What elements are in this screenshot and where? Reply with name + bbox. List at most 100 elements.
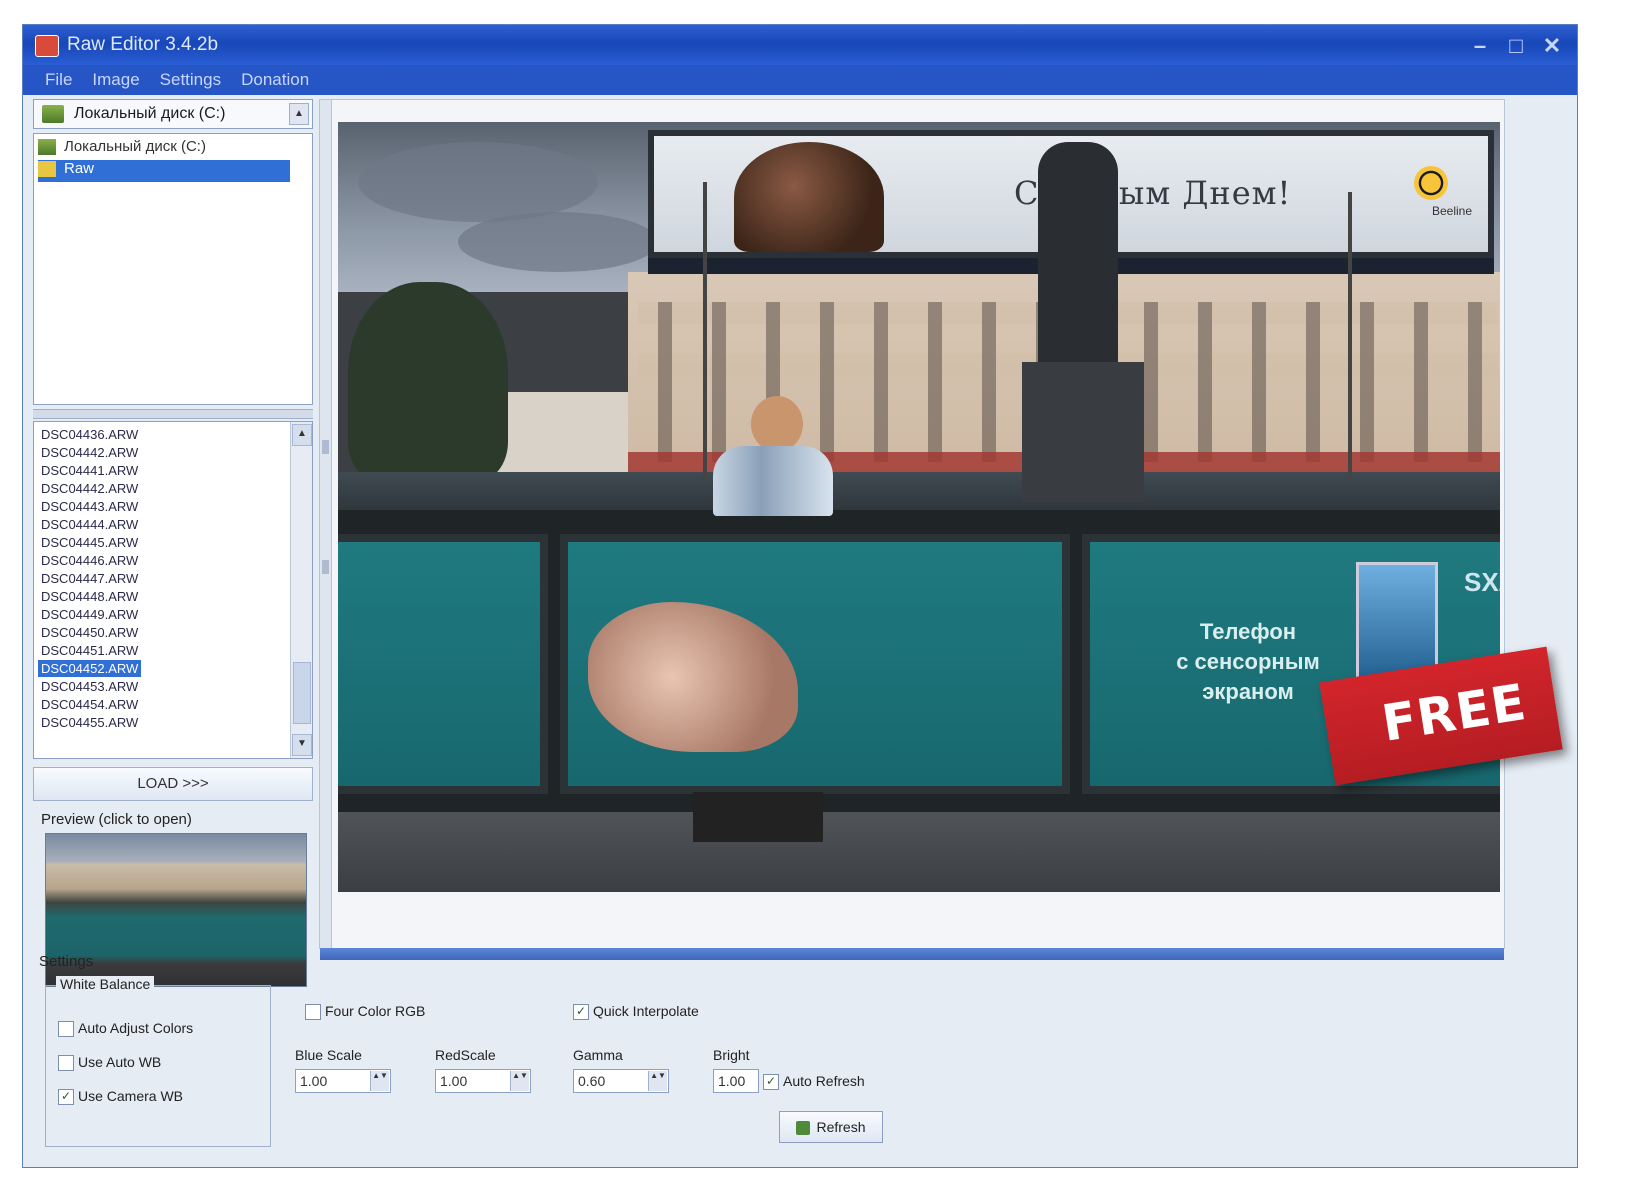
ad-text-line: с сенсорным xyxy=(1176,649,1320,674)
file-list-item[interactable]: DSC04441.ARW xyxy=(38,462,141,479)
menu-file[interactable]: File xyxy=(45,70,72,90)
folder-item-label: Локальный диск (C:) xyxy=(64,138,206,155)
scroll-up-icon[interactable]: ▲ xyxy=(292,424,312,446)
title-bar[interactable]: Raw Editor 3.4.2b – □ ✕ xyxy=(23,25,1577,65)
checkmark-icon: ✓ xyxy=(58,1089,74,1106)
auto-refresh-checkbox[interactable]: ✓ Auto Refresh xyxy=(763,1073,865,1091)
billboard-brand: Beeline xyxy=(1431,204,1472,218)
spin-arrows-icon[interactable]: ▲▼ xyxy=(510,1071,529,1091)
file-list-scrollbar[interactable]: ▲ ▼ xyxy=(290,422,312,758)
menu-settings[interactable]: Settings xyxy=(160,70,221,90)
file-list-item[interactable]: DSC04443.ARW xyxy=(38,498,141,515)
scroll-thumb[interactable] xyxy=(293,662,311,724)
file-list-item[interactable]: DSC04455.ARW xyxy=(38,714,141,731)
chevron-down-icon[interactable]: ▲ xyxy=(289,103,309,125)
white-balance-title: White Balance xyxy=(56,976,155,992)
splitter-knob[interactable] xyxy=(322,560,329,574)
load-button[interactable]: LOAD >>> xyxy=(33,767,313,801)
checkmark-icon: ✓ xyxy=(573,1004,589,1021)
photo-cloud xyxy=(458,212,658,272)
ad-panel-left xyxy=(338,534,548,794)
bright-input[interactable]: 1.00 xyxy=(713,1069,759,1093)
file-list-item[interactable]: DSC04448.ARW xyxy=(38,588,141,605)
bright-label: Bright xyxy=(713,1047,750,1063)
photo-statue xyxy=(1038,142,1118,372)
drive-icon xyxy=(42,105,64,123)
file-list-item[interactable]: DSC04454.ARW xyxy=(38,696,141,713)
gamma-label: Gamma xyxy=(573,1047,623,1063)
file-list-item[interactable]: DSC04446.ARW xyxy=(38,552,141,569)
drive-icon xyxy=(38,139,56,156)
spin-arrows-icon[interactable]: ▲▼ xyxy=(648,1071,667,1091)
file-list[interactable]: DSC04436.ARW DSC04442.ARW DSC04441.ARW DSC0… xyxy=(33,421,313,759)
menu-image[interactable]: Image xyxy=(92,70,139,90)
file-list-item[interactable]: DSC04436.ARW xyxy=(38,426,141,443)
minimize-button[interactable]: – xyxy=(1469,33,1491,59)
ad-text: Телефон с сенсорным экраном xyxy=(1148,617,1348,707)
ad-text-line: экраном xyxy=(1202,679,1294,704)
panel-splitter[interactable] xyxy=(33,409,313,419)
vertical-splitter[interactable] xyxy=(320,100,332,948)
free-badge-text: FREE xyxy=(1378,672,1531,753)
use-auto-wb-checkbox[interactable]: Use Auto WB xyxy=(58,1054,162,1072)
image-viewer: С Новым Днем! Beeline Телефон с сенсорны… xyxy=(319,99,1505,960)
photo-person xyxy=(713,392,833,642)
file-list-item[interactable]: DSC04442.ARW xyxy=(38,444,141,461)
red-scale-input[interactable]: 1.00 ▲▼ xyxy=(435,1069,531,1093)
file-list-item[interactable]: DSC04444.ARW xyxy=(38,516,141,533)
blue-scale-label: Blue Scale xyxy=(295,1047,362,1063)
file-list-item[interactable]: DSC04453.ARW xyxy=(38,678,141,695)
drive-select[interactable]: Локальный диск (C:) ▲ xyxy=(33,99,313,129)
folder-tree[interactable]: Локальный диск (C:) Raw xyxy=(33,133,313,405)
close-button[interactable]: ✕ xyxy=(1541,33,1563,59)
file-list-item[interactable]: DSC04447.ARW xyxy=(38,570,141,587)
preview-label: Preview (click to open) xyxy=(41,811,192,828)
blue-scale-input[interactable]: 1.00 ▲▼ xyxy=(295,1069,391,1093)
beeline-logo-icon xyxy=(1414,166,1448,200)
menu-donation[interactable]: Donation xyxy=(241,70,309,90)
checkbox-label: Auto Adjust Colors xyxy=(78,1020,194,1036)
gamma-value: 0.60 xyxy=(578,1073,606,1089)
raw-image[interactable]: С Новым Днем! Beeline Телефон с сенсорны… xyxy=(338,122,1500,892)
checkbox-icon xyxy=(305,1004,321,1021)
splitter-knob[interactable] xyxy=(322,440,329,454)
person-body xyxy=(713,446,833,516)
file-list-item[interactable]: DSC04445.ARW xyxy=(38,534,141,551)
file-list-item[interactable]: DSC04442.ARW xyxy=(38,480,141,497)
quick-interpolate-checkbox[interactable]: ✓ Quick Interpolate xyxy=(573,1003,699,1021)
use-camera-wb-checkbox[interactable]: ✓ Use Camera WB xyxy=(58,1088,184,1106)
checkbox-label: Use Auto WB xyxy=(78,1054,162,1070)
checkbox-label: Use Camera WB xyxy=(78,1088,184,1104)
bright-value: 1.00 xyxy=(718,1073,746,1089)
maximize-button[interactable]: □ xyxy=(1505,33,1527,59)
checkbox-label: Quick Interpolate xyxy=(593,1003,699,1019)
checkbox-icon xyxy=(58,1021,74,1038)
refresh-icon xyxy=(796,1121,811,1136)
refresh-button[interactable]: Refresh xyxy=(779,1111,883,1143)
folder-item-drive[interactable]: Локальный диск (C:) xyxy=(38,138,206,160)
window-title: Raw Editor 3.4.2b xyxy=(67,34,219,55)
settings-panel: Settings White Balance Auto Adjust Color… xyxy=(23,951,1509,1161)
auto-adjust-colors-checkbox[interactable]: Auto Adjust Colors xyxy=(58,1020,194,1038)
red-scale-value: 1.00 xyxy=(440,1073,468,1089)
drive-select-value: Локальный диск (C:) xyxy=(74,105,226,122)
gamma-input[interactable]: 0.60 ▲▼ xyxy=(573,1069,669,1093)
refresh-button-label: Refresh xyxy=(816,1119,866,1135)
checkbox-label: Auto Refresh xyxy=(783,1073,865,1089)
photo-pedestal xyxy=(1022,362,1144,502)
street-lamp xyxy=(1348,192,1352,482)
file-list-item[interactable]: DSC04451.ARW xyxy=(38,642,141,659)
spin-arrows-icon[interactable]: ▲▼ xyxy=(370,1071,389,1091)
photo-tree xyxy=(348,282,508,482)
app-icon xyxy=(35,35,59,57)
four-color-rgb-checkbox[interactable]: Four Color RGB xyxy=(305,1003,425,1021)
photo-street xyxy=(338,472,1500,512)
street-lamp xyxy=(703,182,707,482)
folder-item-raw[interactable]: Raw xyxy=(38,160,290,182)
folder-item-label: Raw xyxy=(64,160,95,177)
file-list-item[interactable]: DSC04452.ARW xyxy=(38,660,142,677)
file-list-item[interactable]: DSC04450.ARW xyxy=(38,624,141,641)
file-list-item[interactable]: DSC04449.ARW xyxy=(38,606,141,623)
scroll-down-icon[interactable]: ▼ xyxy=(292,734,312,756)
billboard-couple xyxy=(734,142,884,252)
